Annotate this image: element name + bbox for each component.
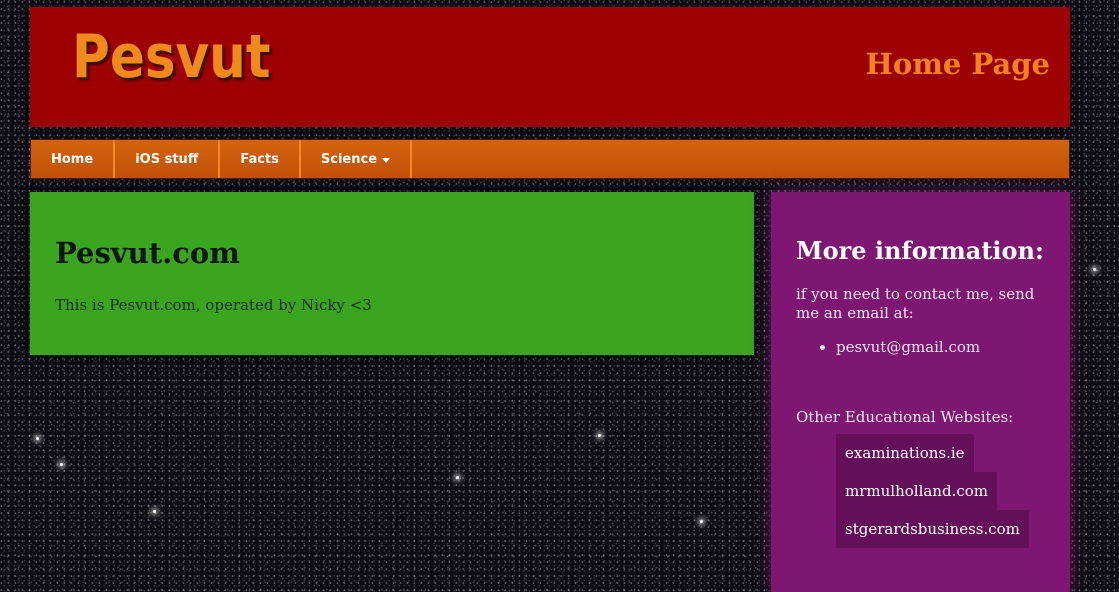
nav-item-label: iOS stuff	[135, 151, 199, 167]
star-decoration	[456, 476, 459, 479]
nav-item-label: Facts	[240, 151, 279, 167]
website-links: examinations.ie mrmulholland.com stgerar…	[836, 434, 1029, 548]
content-text: This is Pesvut.com, operated by Nicky <3	[55, 296, 372, 314]
contact-email: pesvut@gmail.com	[836, 338, 980, 356]
star-decoration	[700, 520, 703, 523]
star-decoration	[60, 463, 63, 466]
link-stgerardsbusiness[interactable]: stgerardsbusiness.com	[836, 510, 1029, 548]
sidebar-heading: More information:	[796, 236, 1044, 265]
caret-down-icon	[382, 158, 391, 163]
nav-item-label: Science	[320, 151, 378, 167]
link-examinations[interactable]: examinations.ie	[836, 434, 974, 472]
main-content-panel: Pesvut.com This is Pesvut.com, operated …	[30, 192, 754, 355]
site-header: Pesvut Home Page	[30, 7, 1070, 127]
contact-text: if you need to contact me, send me an em…	[796, 285, 1035, 322]
star-decoration	[1093, 268, 1096, 271]
sidebar-panel: More information: if you need to contact…	[771, 192, 1070, 592]
contact-list: pesvut@gmail.com	[796, 338, 980, 356]
star-decoration	[598, 434, 601, 437]
main-nav: Home iOS stuff Facts Science	[30, 139, 1070, 179]
nav-item-science[interactable]: Science	[301, 140, 413, 178]
star-decoration	[153, 510, 156, 513]
nav-item-home[interactable]: Home	[31, 140, 116, 178]
star-decoration	[36, 437, 39, 440]
page-title: Home Page	[865, 47, 1050, 81]
link-mrmulholland[interactable]: mrmulholland.com	[836, 472, 997, 510]
content-heading: Pesvut.com	[55, 236, 240, 270]
nav-item-ios-stuff[interactable]: iOS stuff	[115, 140, 221, 178]
nav-item-label: Home	[51, 151, 94, 167]
site-logo[interactable]: Pesvut	[72, 25, 271, 89]
other-websites-heading: Other Educational Websites:	[796, 408, 1014, 426]
nav-item-facts[interactable]: Facts	[220, 140, 301, 178]
